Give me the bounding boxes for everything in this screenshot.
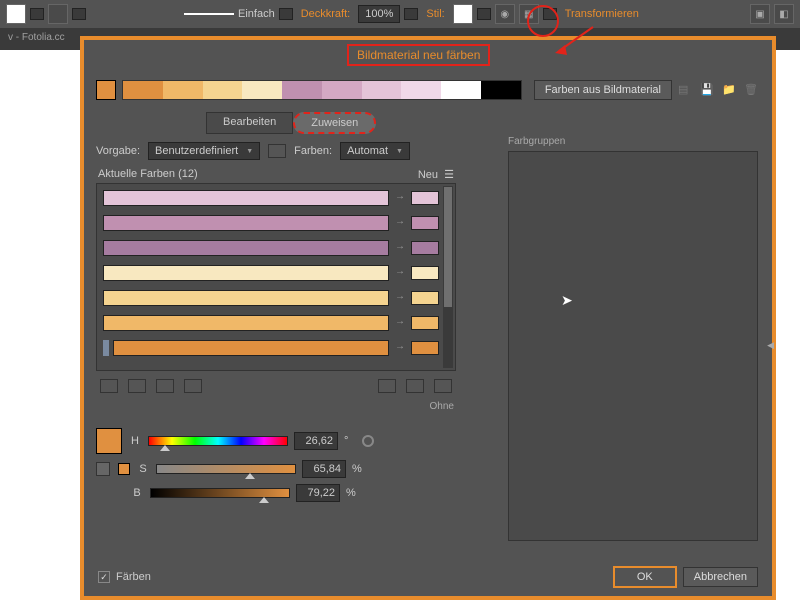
color-row[interactable]: → — [103, 287, 439, 309]
align-dropdown[interactable] — [543, 8, 557, 20]
s-swatch — [118, 463, 130, 475]
style-dropdown[interactable] — [477, 8, 491, 20]
color-row[interactable]: → — [103, 237, 439, 259]
new-color-chip[interactable] — [411, 291, 439, 305]
b-slider[interactable] — [150, 488, 290, 498]
new-row-icon[interactable] — [184, 379, 202, 393]
swap-icon[interactable] — [406, 379, 424, 393]
color-bar[interactable] — [103, 190, 389, 206]
cancel-button[interactable]: Abbrechen — [683, 567, 758, 587]
color-row[interactable]: → — [103, 212, 439, 234]
save-group-icon[interactable]: 💾 — [700, 83, 716, 97]
colors-label: Farben: — [294, 145, 332, 157]
color-row[interactable]: → — [103, 262, 439, 284]
separate-icon[interactable] — [128, 379, 146, 393]
fill-swatch[interactable] — [6, 4, 26, 24]
colors-select[interactable]: Automat — [340, 142, 410, 160]
style-label: Stil: — [422, 8, 448, 20]
opacity-value[interactable]: 100% — [358, 5, 400, 23]
s-value[interactable]: 65,84 — [302, 460, 346, 478]
new-color-chip[interactable] — [411, 216, 439, 230]
new-color-chip[interactable] — [411, 341, 439, 355]
new-color-chip[interactable] — [411, 316, 439, 330]
scroll-thumb[interactable] — [444, 187, 452, 307]
colorgroups-label: Farbgruppen — [508, 136, 758, 147]
stroke-swatch[interactable] — [48, 4, 68, 24]
b-label: B — [130, 487, 144, 499]
stroke-style-label: Einfach — [238, 8, 275, 20]
color-list: → → → → → → → — [96, 183, 456, 371]
new-color-chip[interactable] — [411, 241, 439, 255]
fill-dropdown[interactable] — [30, 8, 44, 20]
h-value[interactable]: 26,62 — [294, 432, 338, 450]
align-icon[interactable]: ▦ — [519, 4, 539, 24]
b-value[interactable]: 79,22 — [296, 484, 340, 502]
arrow-icon[interactable]: → — [393, 341, 407, 355]
color-bar[interactable] — [103, 290, 389, 306]
new-group-icon[interactable]: ▤ — [678, 83, 694, 97]
trash-icon[interactable]: 🗑 — [744, 83, 760, 97]
new-color-chip[interactable] — [411, 191, 439, 205]
preset-options-icon[interactable] — [268, 144, 286, 158]
s-slider[interactable] — [156, 464, 296, 474]
arrow-icon[interactable]: → — [393, 316, 407, 330]
color-row[interactable]: → — [103, 337, 439, 359]
merge-icon[interactable] — [100, 379, 118, 393]
app-toolbar: Einfach Deckkraft: 100% Stil: ◉ ▦ Transf… — [0, 0, 800, 28]
color-bar[interactable] — [103, 240, 389, 256]
s-label: S — [136, 463, 150, 475]
active-color-swatch[interactable] — [96, 80, 116, 100]
h-label: H — [128, 435, 142, 447]
hsb-swatch[interactable] — [96, 428, 122, 454]
colormode-icon[interactable] — [96, 462, 110, 476]
recolor-dialog: Bildmaterial neu färben Farben aus Bildm… — [80, 36, 776, 600]
tab-edit[interactable]: Bearbeiten — [206, 112, 293, 134]
folder-icon[interactable]: 📁 — [722, 83, 738, 97]
arrow-icon[interactable]: → — [393, 241, 407, 255]
checkbox-icon: ✓ — [98, 571, 110, 583]
opacity-dropdown[interactable] — [404, 8, 418, 20]
none-label: Ohne — [98, 401, 454, 412]
tab-assign[interactable]: Zuweisen — [293, 112, 376, 134]
color-strip[interactable] — [122, 80, 522, 100]
current-colors-header: Aktuelle Farben (12) — [98, 168, 198, 181]
opacity-label: Deckkraft: — [297, 8, 355, 20]
flyout-arrow-icon[interactable]: ◀ — [767, 340, 774, 351]
colorgroups-box[interactable] — [508, 151, 758, 541]
transform-label[interactable]: Transformieren — [561, 8, 643, 20]
mask-icon[interactable]: ◧ — [774, 4, 794, 24]
exclude-icon[interactable] — [156, 379, 174, 393]
recolor-checkbox[interactable]: ✓ Färben — [98, 571, 151, 583]
color-bar[interactable] — [103, 315, 389, 331]
color-bar[interactable] — [113, 340, 389, 356]
find-icon[interactable] — [378, 379, 396, 393]
stroke-line — [184, 13, 234, 15]
color-bar[interactable] — [103, 265, 389, 281]
new-color-chip[interactable] — [411, 266, 439, 280]
h-slider[interactable] — [148, 436, 288, 446]
cursor-icon: ➤ — [561, 292, 573, 309]
style-swatch[interactable] — [453, 4, 473, 24]
arrow-icon[interactable]: → — [393, 216, 407, 230]
isolate-icon[interactable]: ▣ — [750, 4, 770, 24]
ok-button[interactable]: OK — [613, 566, 677, 588]
color-row[interactable]: → — [103, 187, 439, 209]
new-header: Neu — [418, 169, 438, 181]
dialog-title: Bildmaterial neu färben — [347, 44, 490, 66]
link-icon[interactable] — [362, 435, 374, 447]
preset-label: Vorgabe: — [96, 145, 140, 157]
color-row[interactable]: → — [103, 312, 439, 334]
arrow-icon[interactable]: → — [393, 266, 407, 280]
color-bar[interactable] — [103, 215, 389, 231]
recolor-artwork-icon[interactable]: ◉ — [495, 4, 515, 24]
scrollbar[interactable] — [443, 186, 453, 368]
colors-from-artwork-button[interactable]: Farben aus Bildmaterial — [534, 80, 672, 100]
stroke-style-dropdown[interactable] — [279, 8, 293, 20]
random-icon[interactable] — [434, 379, 452, 393]
arrow-icon[interactable]: → — [393, 191, 407, 205]
stroke-dropdown[interactable] — [72, 8, 86, 20]
arrow-icon[interactable]: → — [393, 291, 407, 305]
preset-select[interactable]: Benutzerdefiniert — [148, 142, 260, 160]
